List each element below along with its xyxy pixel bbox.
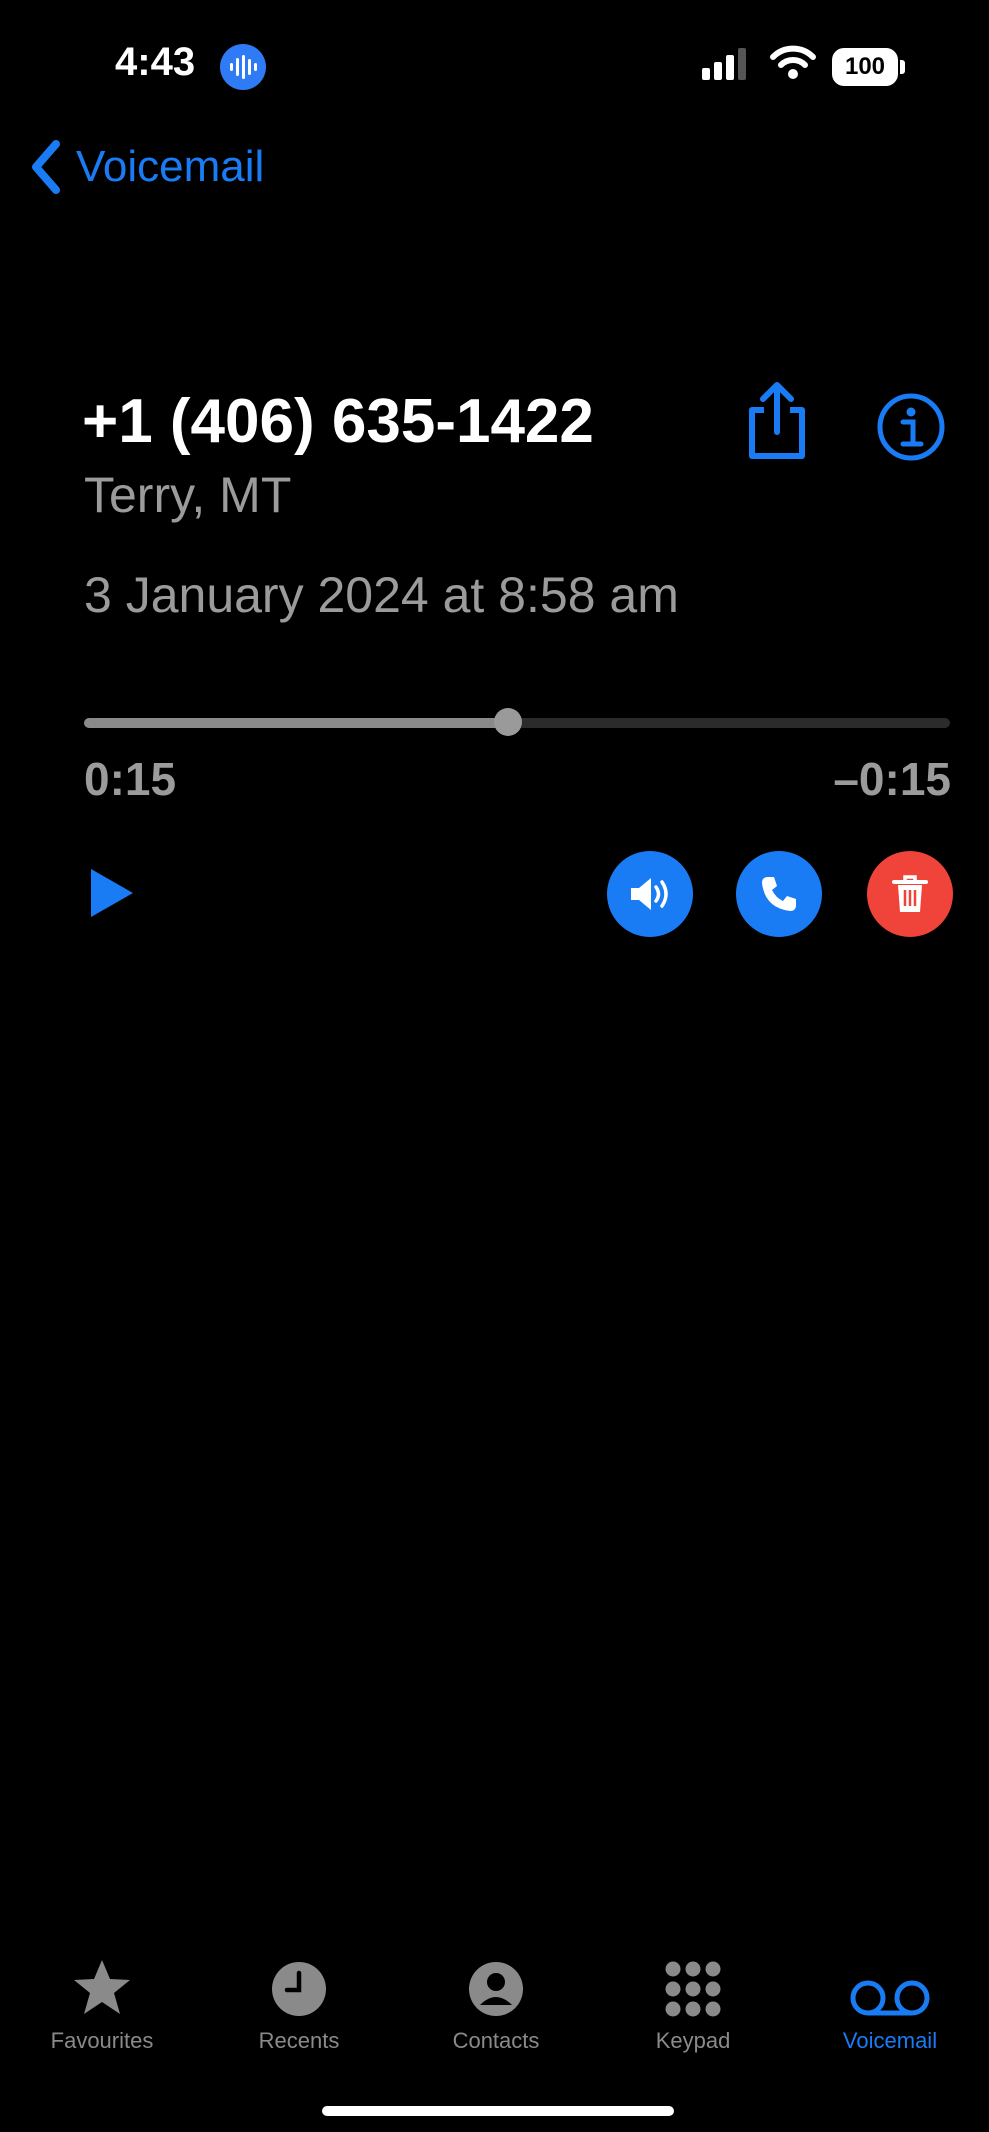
battery-icon: 100: [832, 48, 898, 86]
clock-icon: [272, 1962, 326, 2016]
wifi-icon: [770, 44, 816, 85]
tab-voicemail[interactable]: Voicemail: [810, 1952, 970, 2054]
tab-keypad[interactable]: Keypad: [613, 1952, 773, 2054]
back-button[interactable]: Voicemail: [30, 140, 264, 194]
elapsed-time: 0:15: [84, 753, 177, 805]
trash-icon: [892, 875, 928, 912]
tab-label: Recents: [258, 2028, 340, 2053]
cellular-signal-icon: [702, 48, 752, 85]
call-back-button[interactable]: [736, 851, 822, 937]
star-icon: [74, 1960, 130, 2014]
share-button[interactable]: [744, 380, 810, 467]
tab-label: Voicemail: [842, 2028, 938, 2053]
keypad-icon: [665, 1961, 721, 2017]
speaker-icon: [631, 878, 668, 910]
battery-level: 100: [844, 53, 886, 80]
share-icon: [749, 382, 805, 459]
status-time: 4:43: [115, 40, 196, 84]
play-icon: [91, 869, 133, 917]
tab-label: Keypad: [655, 2028, 731, 2053]
siri-audio-icon: [220, 44, 266, 90]
info-button[interactable]: [876, 392, 946, 467]
tab-label: Contacts: [452, 2028, 540, 2053]
tab-label: Favourites: [50, 2028, 154, 2053]
tab-contacts[interactable]: Contacts: [416, 1952, 576, 2054]
battery-cap: [900, 60, 905, 74]
phone-icon: [762, 877, 796, 911]
tab-recents[interactable]: Recents: [219, 1952, 379, 2054]
person-circle-icon: [469, 1962, 523, 2016]
info-icon: [877, 393, 945, 461]
back-label: Voicemail: [76, 142, 265, 191]
play-button[interactable]: [88, 866, 136, 925]
voicemail-datetime: 3 January 2024 at 8:58 am: [84, 567, 679, 623]
caller-location: Terry, MT: [84, 467, 292, 523]
delete-button[interactable]: [867, 851, 953, 937]
caller-number: +1 (406) 635-1422: [82, 387, 594, 456]
tab-favourites[interactable]: Favourites: [22, 1952, 182, 2054]
voicemail-icon: [850, 1980, 930, 2016]
home-indicator[interactable]: [322, 2106, 674, 2116]
chevron-left-icon: [32, 140, 60, 194]
remaining-time: –0:15: [833, 753, 951, 805]
progress-fill: [84, 718, 509, 728]
speaker-button[interactable]: [607, 851, 693, 937]
progress-knob[interactable]: [494, 708, 523, 736]
